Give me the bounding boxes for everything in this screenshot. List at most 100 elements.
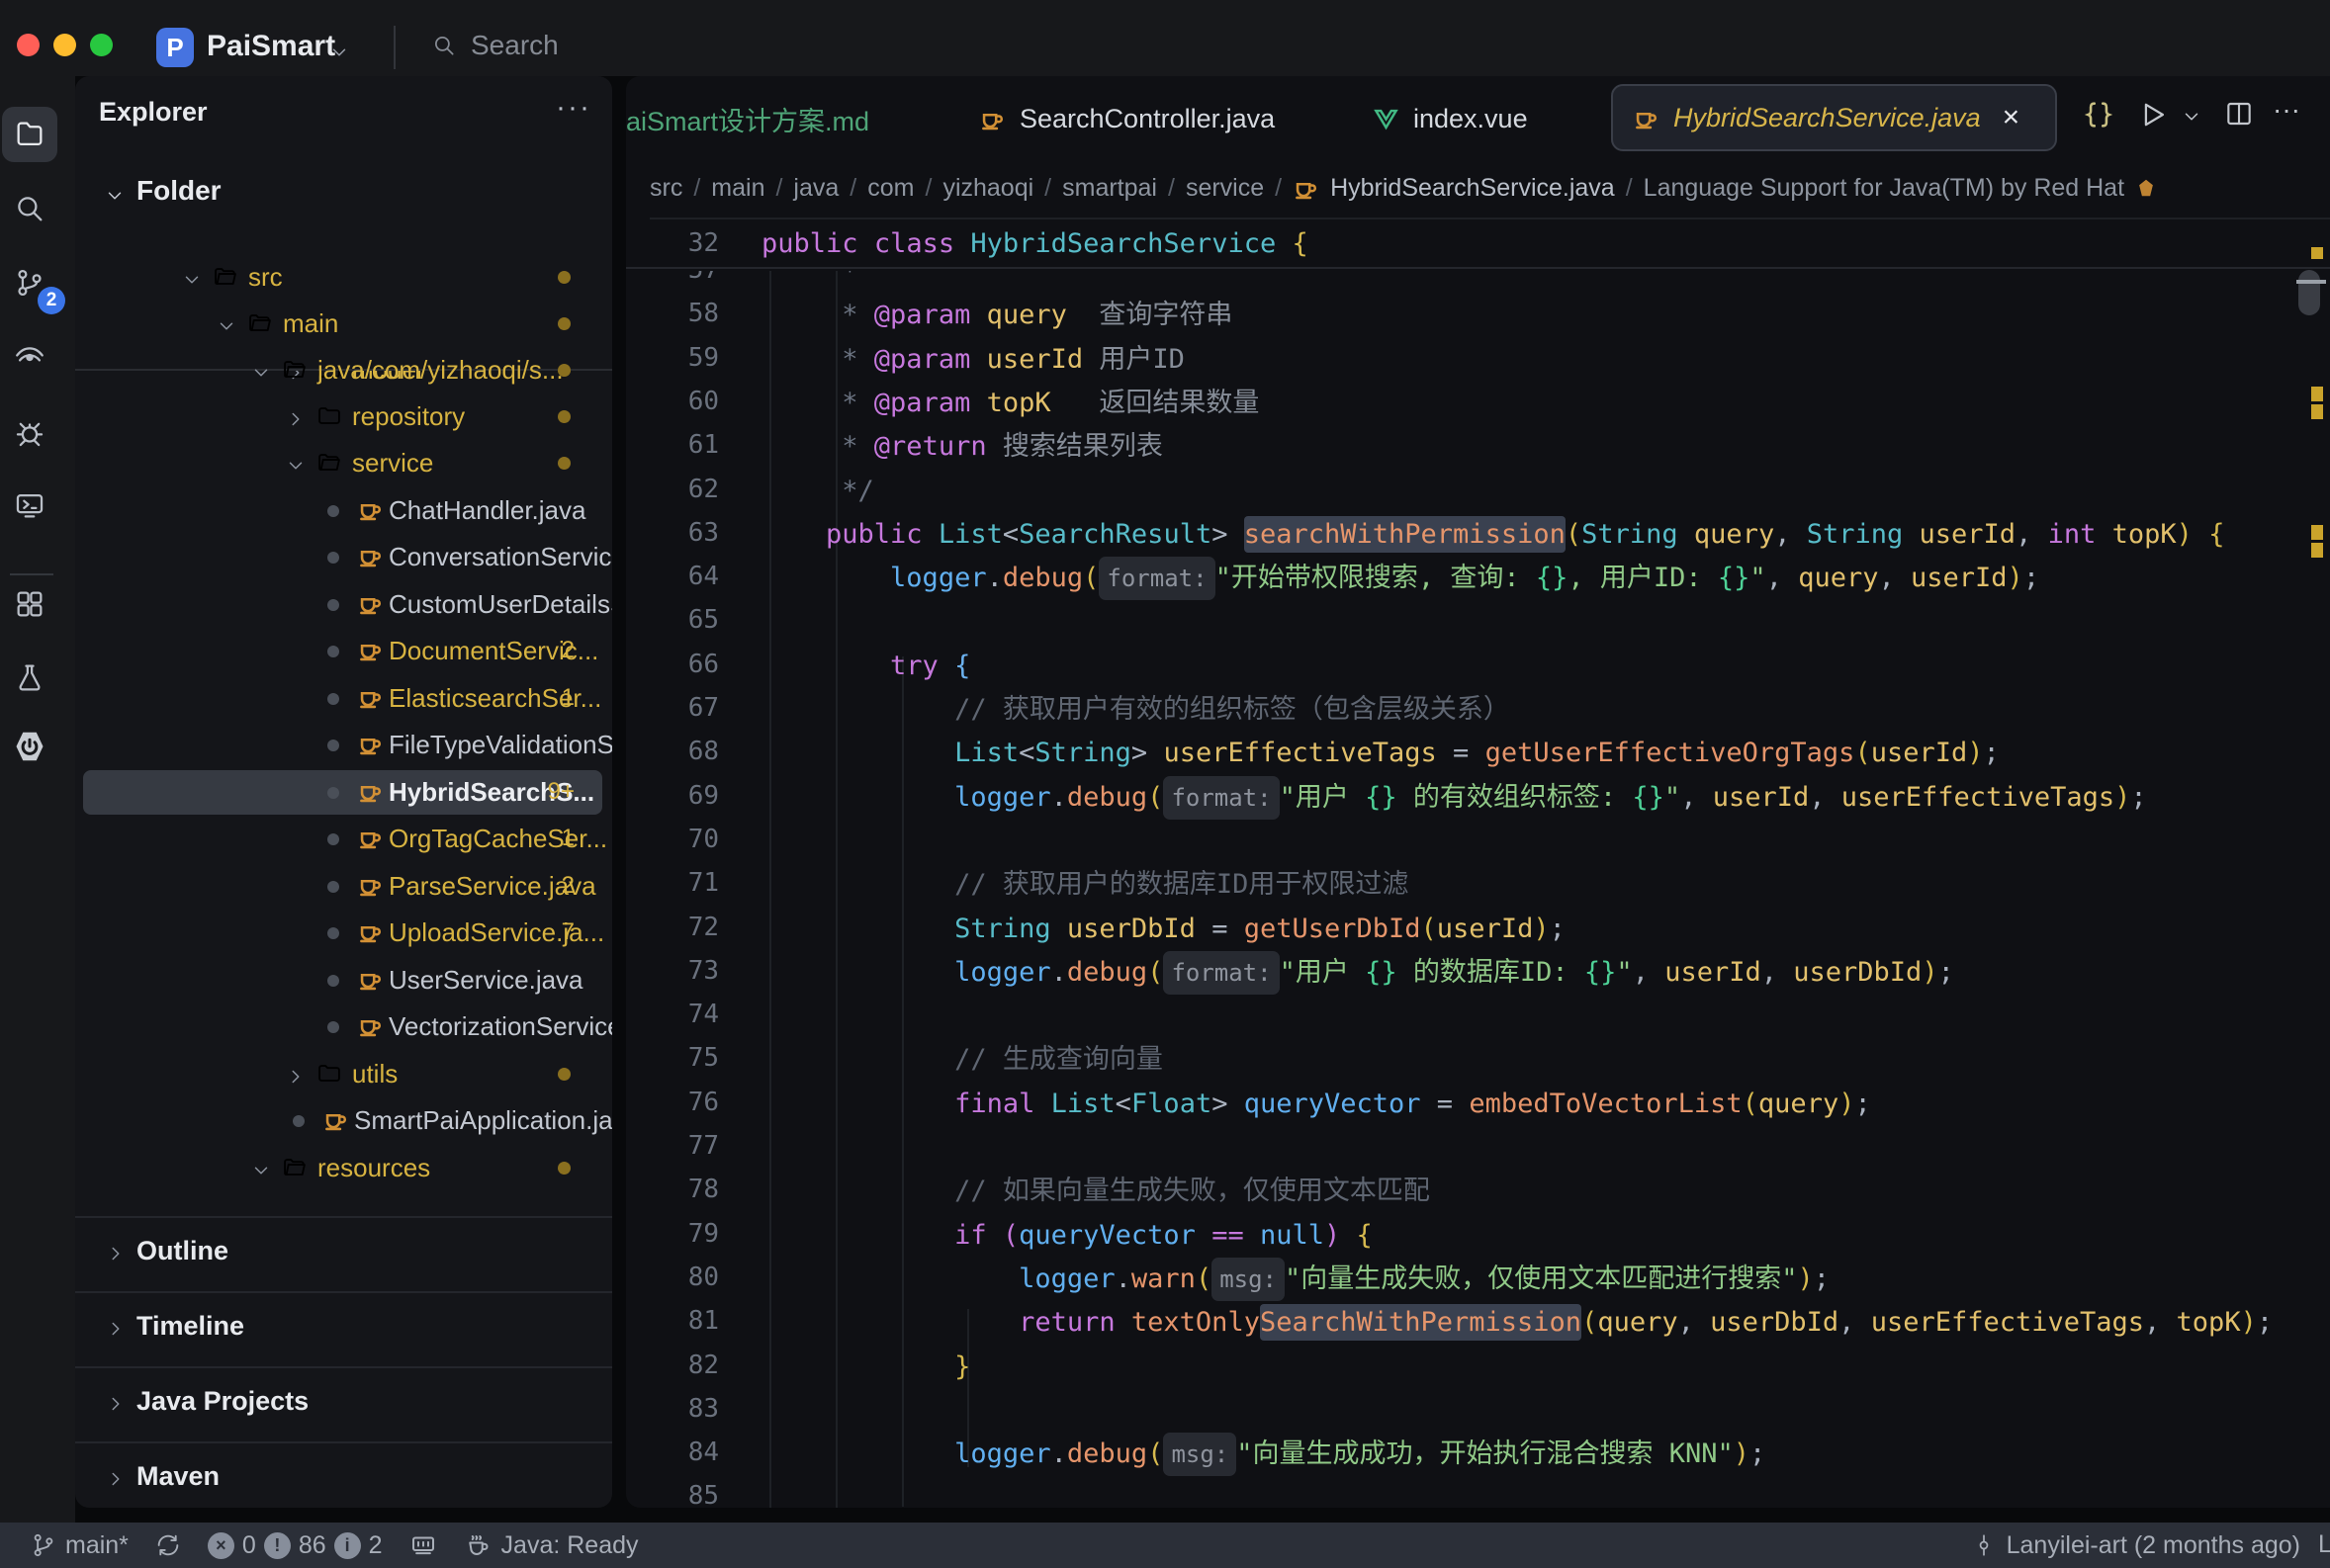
tab-index.vue[interactable]: index.vue: [1373, 88, 1528, 149]
tree-file-row[interactable]: VectorizationService....: [75, 1003, 612, 1050]
folder-section-header[interactable]: Folder: [75, 169, 612, 218]
more-icon[interactable]: ···: [2273, 94, 2300, 126]
editor-layout-status[interactable]: [408, 1530, 438, 1560]
code-line[interactable]: 60 * @param topK 返回结果数量: [626, 382, 2330, 425]
code-line[interactable]: 62 */: [626, 470, 2330, 513]
code-line[interactable]: 71 // 获取用户的数据库ID用于权限过滤: [626, 863, 2330, 907]
sidebar-section-timeline[interactable]: Timeline: [75, 1306, 612, 1355]
code-line[interactable]: 66 try {: [626, 645, 2330, 688]
code-line[interactable]: 72 String userDbId = getUserDbId(userId)…: [626, 908, 2330, 951]
code-line[interactable]: 73 logger.debug(format:"用户 {} 的数据库ID: {}…: [626, 951, 2330, 995]
braces-icon[interactable]: [2082, 98, 2115, 131]
chevron-down-icon[interactable]: [328, 42, 350, 63]
code-line[interactable]: 70: [626, 820, 2330, 863]
activity-item-terminal[interactable]: [2, 478, 57, 533]
code-line[interactable]: 61 * @return 搜索结果列表: [626, 425, 2330, 469]
run-icon[interactable]: [2136, 98, 2170, 131]
tree-file-row[interactable]: ConversationService....: [75, 534, 612, 580]
tree-file-row[interactable]: OrgTagCacheSer...1: [75, 816, 612, 862]
tree-file-row[interactable]: ChatHandler.java: [75, 487, 612, 534]
tree-folder-row[interactable]: service: [75, 440, 612, 486]
app-title[interactable]: PaiSmart: [207, 30, 335, 63]
sidebar-section-maven[interactable]: Maven: [75, 1456, 612, 1506]
activity-item-extensions-grid[interactable]: [2, 576, 57, 632]
breadcrumb-item[interactable]: main: [711, 174, 764, 203]
sync-status[interactable]: [154, 1531, 182, 1559]
search-box[interactable]: Search: [431, 30, 559, 61]
split-editor-icon[interactable]: [2223, 98, 2255, 130]
code-line[interactable]: 57 *: [626, 271, 2330, 294]
code-line[interactable]: 63 public List<SearchResult> searchWithP…: [626, 513, 2330, 557]
code-line[interactable]: 85: [626, 1476, 2330, 1508]
code-token: =: [1196, 914, 1244, 944]
code-line[interactable]: 81 return textOnlySearchWithPermission(q…: [626, 1301, 2330, 1345]
code-line[interactable]: 69 logger.debug(format:"用户 {} 的有效组织标签: {…: [626, 776, 2330, 820]
tree-file-row[interactable]: ElasticsearchSer...1: [75, 675, 612, 722]
code-line[interactable]: 79 if (queryVector == null) {: [626, 1214, 2330, 1258]
tree-file-row[interactable]: SmartPaiApplication.java: [75, 1097, 612, 1144]
scrollbar-thumb[interactable]: [2298, 270, 2320, 315]
code-line[interactable]: 84 logger.debug(msg:"向量生成成功，开始执行混合搜索 KNN…: [626, 1433, 2330, 1476]
activity-item-search[interactable]: [2, 181, 57, 236]
tree-file-row[interactable]: ParseService.java2: [75, 863, 612, 910]
code-line[interactable]: 58 * @param query 查询字符串: [626, 294, 2330, 337]
more-actions-icon[interactable]: ···: [556, 91, 591, 125]
code-line[interactable]: 68 List<String> userEffectiveTags = getU…: [626, 732, 2330, 775]
sticky-scroll-line[interactable]: 32public class HybridSearchService {: [626, 220, 2330, 269]
tab-SearchController.java[interactable]: SearchController.java: [979, 88, 1275, 149]
code-line[interactable]: 64 logger.debug(format:"开始带权限搜索, 查询: {},…: [626, 557, 2330, 600]
code-line[interactable]: 77: [626, 1126, 2330, 1170]
tree-file-row[interactable]: CustomUserDetailsS...: [75, 581, 612, 628]
breadcrumb-file[interactable]: HybridSearchService.java: [1330, 174, 1615, 203]
zoom-window-button[interactable]: [90, 34, 113, 56]
code-line[interactable]: 76 final List<Float> queryVector = embed…: [626, 1083, 2330, 1126]
code-line[interactable]: 80 logger.warn(msg:"向量生成失败，仅使用文本匹配进行搜索")…: [626, 1258, 2330, 1301]
minimize-window-button[interactable]: [53, 34, 76, 56]
sidebar-section-java-projects[interactable]: Java Projects: [75, 1381, 612, 1431]
activity-item-eye[interactable]: [2, 326, 57, 382]
tab-hybridsearchservice-active[interactable]: HybridSearchService.java×: [1611, 84, 2057, 151]
close-icon[interactable]: ×: [2003, 101, 2020, 134]
activity-item-flask[interactable]: [2, 650, 57, 705]
activity-item-power[interactable]: [2, 719, 57, 774]
breadcrumb[interactable]: src/main/java/com/yizhaoqi/smartpai/serv…: [650, 158, 2330, 219]
tree-file-row[interactable]: UploadService.ja...7: [75, 910, 612, 956]
branch-status[interactable]: main*: [30, 1531, 129, 1560]
chevron-down-icon[interactable]: [2181, 106, 2202, 128]
code-line[interactable]: 67 // 获取用户有效的组织标签（包含层级关系）: [626, 688, 2330, 732]
tree-folder-row[interactable]: src: [75, 254, 612, 301]
tree-folder-row[interactable]: repository: [75, 393, 612, 440]
code-line[interactable]: 83: [626, 1389, 2330, 1433]
line-number: 64: [626, 562, 719, 591]
activity-item-source-control[interactable]: 2: [2, 255, 57, 310]
breadcrumb-item[interactable]: java: [793, 174, 839, 203]
tree-folder-row[interactable]: java/com/yizhaoqi/s...: [75, 347, 612, 393]
code-line[interactable]: 65: [626, 600, 2330, 644]
code-line[interactable]: 75 // 生成查询向量: [626, 1038, 2330, 1082]
tree-file-row[interactable]: FileTypeValidationSer...: [75, 722, 612, 768]
activity-item-bug[interactable]: [2, 405, 57, 461]
code-line[interactable]: 74: [626, 995, 2330, 1038]
tree-file-row[interactable]: DocumentServic...2: [75, 628, 612, 674]
tree-file-row[interactable]: HybridSearchS...9+: [75, 769, 612, 816]
breadcrumb-item[interactable]: service: [1186, 174, 1264, 203]
code-line[interactable]: 82 }: [626, 1346, 2330, 1389]
breadcrumb-item[interactable]: smartpai: [1062, 174, 1157, 203]
activity-item-files[interactable]: [2, 107, 57, 162]
tree-file-row[interactable]: UserService.java: [75, 957, 612, 1003]
tree-folder-row[interactable]: utils: [75, 1051, 612, 1097]
tab-PaiSmart-.md[interactable]: PaiSmart设计方案.md: [626, 88, 869, 149]
problems-status[interactable]: ×0!86i2: [208, 1531, 383, 1560]
java-status[interactable]: Java: Ready: [464, 1530, 639, 1560]
close-window-button[interactable]: [17, 34, 40, 56]
code-line[interactable]: 59 * @param userId 用户ID: [626, 338, 2330, 382]
breadcrumb-item[interactable]: src: [650, 174, 682, 203]
git-blame-status[interactable]: Lanyilei-art (2 months ago): [2007, 1531, 2300, 1560]
code-area[interactable]: 57 *58 * @param query 查询字符串59 * @param u…: [626, 271, 2330, 1508]
code-line[interactable]: 78 // 如果向量生成失败，仅使用文本匹配: [626, 1170, 2330, 1213]
breadcrumb-item[interactable]: yizhaoqi: [942, 174, 1033, 203]
tree-folder-row[interactable]: main: [75, 301, 612, 347]
breadcrumb-item[interactable]: com: [867, 174, 914, 203]
breadcrumb-extension[interactable]: Language Support for Java(TM) by Red Hat: [1644, 174, 2124, 203]
tree-folder-row[interactable]: resources: [75, 1145, 612, 1191]
